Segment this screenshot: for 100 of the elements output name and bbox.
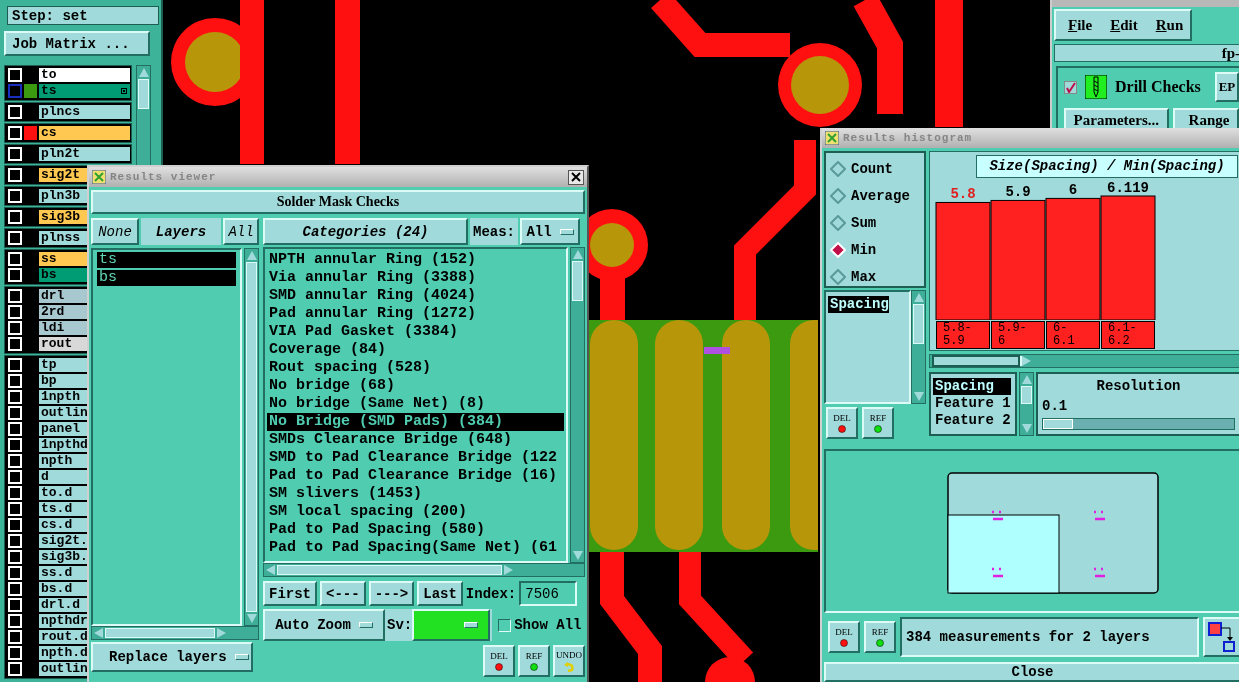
list-item[interactable]: SM local spacing (200)	[267, 503, 564, 521]
zoom-menu[interactable]: Auto Zoom	[263, 609, 385, 641]
layer-name[interactable]: npth	[41, 454, 73, 468]
layer-name[interactable]: plnss	[41, 231, 80, 245]
list-item[interactable]: VIA Pad Gasket (3384)	[267, 323, 564, 341]
list-item[interactable]: Rout spacing (528)	[267, 359, 564, 377]
radio-button[interactable]	[830, 268, 846, 285]
parameters-button[interactable]: Parameters...	[1064, 108, 1169, 128]
meas-menu[interactable]: All	[520, 218, 580, 245]
list-item[interactable]: SM slivers (1453)	[267, 485, 564, 503]
undo-button[interactable]: UNDO	[553, 645, 585, 677]
close-button[interactable]: Close	[824, 662, 1239, 682]
layer-name[interactable]: bp	[41, 374, 57, 388]
list-item[interactable]: bs	[97, 270, 236, 286]
all-button[interactable]: All	[223, 218, 259, 245]
radio-button[interactable]	[830, 160, 846, 177]
slider-thumb[interactable]	[1043, 419, 1073, 429]
nav-button[interactable]: --->	[368, 581, 415, 606]
dot-icon	[495, 662, 503, 671]
layers-label: Layers	[141, 218, 221, 245]
check-icon	[1065, 81, 1076, 93]
layer-name[interactable]: sig3b	[41, 210, 80, 224]
layer-name[interactable]: pln3b	[41, 189, 80, 203]
list-item[interactable]: Pad to Pad Clearance Bridge (16)	[267, 467, 564, 485]
resolution-label: Resolution	[1095, 378, 1182, 394]
scrollbar[interactable]	[244, 248, 259, 626]
slider-track[interactable]	[1042, 418, 1235, 430]
list-item[interactable]: Coverage (84)	[267, 341, 564, 359]
scrollbar[interactable]	[263, 563, 585, 577]
ref-button[interactable]: REF	[518, 645, 550, 677]
list-item[interactable]: No bridge (Same Net) (8)	[267, 395, 564, 413]
show-all-label: Show All	[514, 617, 582, 633]
bin-label: 5.8- 5.9	[936, 321, 990, 350]
scrollbar[interactable]	[91, 626, 259, 640]
list-item[interactable]: Spacing	[933, 378, 1011, 395]
radio-label: Min	[851, 241, 877, 258]
scrollbar[interactable]	[929, 354, 1239, 368]
categories-button[interactable]: Categories (24)	[263, 218, 468, 245]
layer-name[interactable]: panel	[41, 422, 80, 436]
layer-name[interactable]: sig2t	[41, 168, 80, 182]
del-button[interactable]: DEL	[483, 645, 515, 677]
menu-item[interactable]: File	[1068, 16, 1093, 34]
list-item[interactable]: ts	[97, 252, 236, 268]
layer-name[interactable]: sig2t.	[41, 534, 88, 548]
list-item[interactable]: SMD to Pad Clearance Bridge (122	[267, 449, 564, 467]
range-button[interactable]: Range	[1172, 108, 1239, 128]
drill-bit-icon	[1085, 75, 1107, 99]
replace-layers-menu[interactable]: Replace layers	[91, 642, 253, 672]
view-switch-button[interactable]	[1203, 617, 1239, 657]
list-item[interactable]: Feature 2	[933, 412, 1013, 429]
window-arrow-icon	[1208, 622, 1236, 652]
color-menu[interactable]	[412, 609, 491, 641]
undo-arrow-icon	[563, 661, 575, 672]
checkbox[interactable]	[1064, 80, 1077, 94]
bar-value-label: 6.119	[1107, 179, 1149, 196]
nav-button[interactable]: <---	[320, 581, 366, 606]
layer-name[interactable]: pln2t	[41, 147, 80, 161]
list-item[interactable]: Pad annular Ring (1272)	[267, 305, 564, 323]
checkbox[interactable]	[498, 618, 512, 632]
ref-button[interactable]: REF	[862, 407, 894, 439]
scrollbar[interactable]	[1019, 372, 1034, 436]
layer-name[interactable]: npth.d	[41, 646, 88, 660]
close-button[interactable]	[568, 169, 584, 185]
scrollbar[interactable]	[570, 247, 585, 563]
list-item[interactable]: SMDs Clearance Bridge (648)	[267, 431, 564, 449]
list-item[interactable]: Pad to Pad Spacing(Same Net) (61	[267, 539, 564, 557]
layer-name[interactable]: sig3b.	[41, 550, 88, 564]
list-item[interactable]: Feature 1	[933, 395, 1013, 412]
bar-value-label: 6	[1068, 182, 1078, 199]
layer-name[interactable]: npthdr	[41, 614, 88, 628]
layer-name[interactable]: plncs	[41, 105, 80, 119]
list-item[interactable]: No Bridge (SMD Pads) (384)	[267, 413, 564, 431]
layer-name[interactable]: tp	[41, 358, 57, 372]
del-button[interactable]: DEL	[826, 407, 858, 439]
index-field[interactable]: 7506	[519, 581, 578, 606]
job-matrix-button[interactable]: Job Matrix ...	[4, 31, 150, 56]
menu-indicator-icon	[234, 654, 249, 660]
nav-button[interactable]: Last	[417, 581, 463, 606]
scrollbar[interactable]	[911, 290, 926, 404]
list-item[interactable]: Via annular Ring (3388)	[267, 269, 564, 287]
list-item[interactable]: SMD annular Ring (4024)	[267, 287, 564, 305]
bar-value-label: 5.9	[1005, 184, 1031, 201]
radio-button[interactable]	[830, 214, 846, 231]
list-item[interactable]: Spacing	[828, 296, 889, 313]
list-item[interactable]: NPTH annular Ring (152)	[267, 251, 564, 269]
checkbox[interactable]	[8, 84, 22, 98]
menu-item[interactable]: Edit	[1110, 16, 1138, 34]
nav-button[interactable]: First	[263, 581, 317, 606]
ref-button[interactable]: REF	[864, 621, 896, 653]
del-button[interactable]: DEL	[828, 621, 860, 653]
layer-name[interactable]: 1npth	[41, 390, 80, 404]
step-label: Step: set	[7, 6, 159, 25]
list-item[interactable]: Pad to Pad Spacing (580)	[267, 521, 564, 539]
layer-name[interactable]: 1npthd	[41, 438, 88, 452]
radio-button[interactable]	[830, 187, 846, 204]
ep-button[interactable]: EP	[1215, 72, 1239, 102]
menu-item[interactable]: Run	[1155, 16, 1184, 34]
none-button[interactable]: None	[91, 218, 139, 245]
section-header-button[interactable]: Solder Mask Checks	[91, 190, 585, 214]
list-item[interactable]: No bridge (68)	[267, 377, 564, 395]
